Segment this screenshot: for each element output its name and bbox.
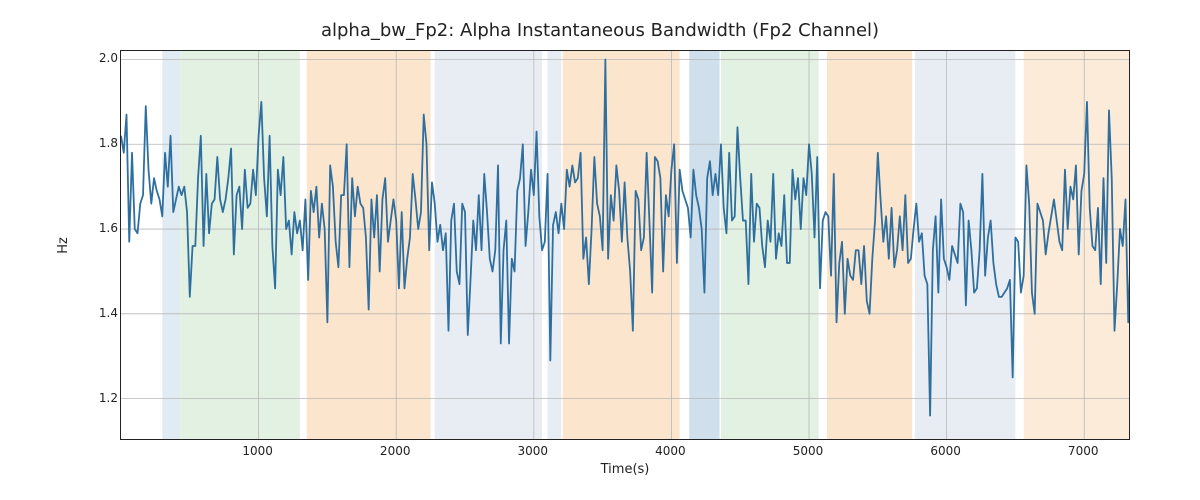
figure: alpha_bw_Fp2: Alpha Instantaneous Bandwi… [0,0,1200,500]
y-tick-label: 1.6 [80,221,118,235]
y-tick-label: 2.0 [80,51,118,65]
y-tick-label: 1.2 [80,391,118,405]
chart-svg [121,51,1130,440]
x-tick-label: 6000 [930,444,961,458]
background-band [721,51,819,440]
x-axis-label: Time(s) [120,462,1130,477]
x-tick-label: 3000 [518,444,549,458]
background-band [180,51,300,440]
y-axis-label: Hz [55,50,72,440]
plot-area [120,50,1130,440]
chart-title: alpha_bw_Fp2: Alpha Instantaneous Bandwi… [0,20,1200,41]
x-tick-label: 4000 [655,444,686,458]
x-tick-label: 1000 [242,444,273,458]
background-band [689,51,719,440]
x-tick-label: 2000 [380,444,411,458]
y-axis-ticks: 1.2 1.4 1.6 1.8 2.0 [80,50,118,440]
background-band [548,51,562,440]
background-band [162,51,180,440]
x-tick-label: 7000 [1068,444,1099,458]
background-band [1024,51,1130,440]
y-tick-label: 1.8 [80,136,118,150]
x-tick-label: 5000 [793,444,824,458]
y-tick-label: 1.4 [80,306,118,320]
background-band [827,51,912,440]
x-axis-ticks: 1000 2000 3000 4000 5000 6000 7000 [120,444,1130,460]
